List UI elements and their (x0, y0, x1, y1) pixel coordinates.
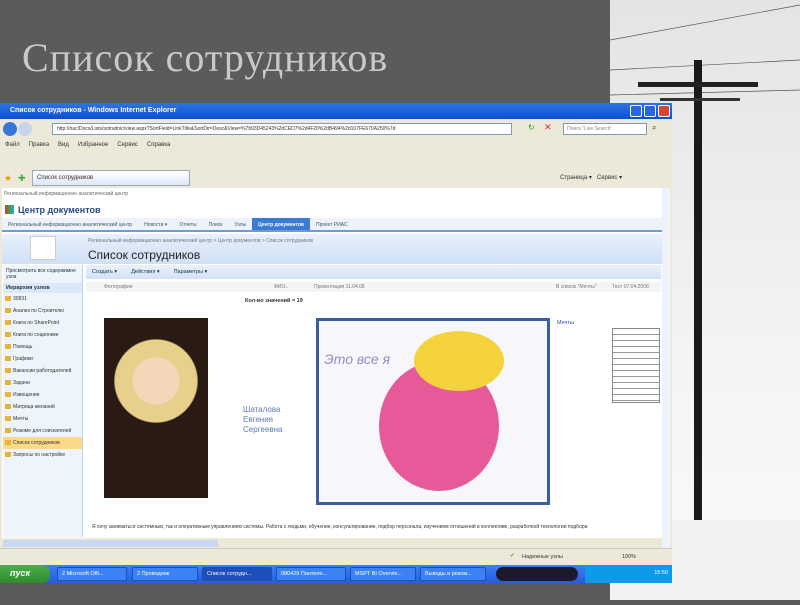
last-name: Шаталова (243, 405, 281, 414)
nav-item[interactable]: Задачи (3, 377, 82, 389)
menu-edit[interactable]: Правка (29, 142, 49, 148)
back-icon[interactable] (3, 122, 17, 136)
hierarchy-heading: Иерархия узлов (3, 283, 82, 293)
nav-tab-home[interactable]: Региональный информационно аналитический… (2, 218, 138, 230)
slide-title: Список сотрудников (22, 35, 389, 80)
tab-label: Список сотрудников (37, 175, 94, 181)
taskbar-item[interactable]: MSPT BI Overvie... (350, 567, 416, 581)
col-presentation[interactable]: Презентация 11.04.08 (314, 284, 365, 290)
search-icon[interactable]: ⌕ (652, 123, 656, 133)
nav-item[interactable]: Книга по SharePoint (3, 317, 82, 329)
test-thumbnail[interactable] (612, 328, 660, 403)
address-input[interactable]: http://riac/Docs/Lists/sotrudnic/view.as… (52, 123, 512, 135)
window-title: Список сотрудников - Windows Internet Ex… (0, 103, 672, 119)
item-count: Кол-во значений = 19 (245, 298, 303, 304)
nav-item[interactable]: Запросы по настройке (3, 449, 82, 461)
maximize-button[interactable] (644, 105, 656, 117)
ie-window: Список сотрудников - Windows Internet Ex… (0, 103, 672, 583)
first-name: Евгения (243, 415, 273, 424)
dreams-link[interactable]: Мечты (557, 320, 574, 326)
taskbar-item[interactable]: 080429 Пантеле... (276, 567, 346, 581)
taskbar: пуск 2 Microsoft Offi... 2 Проводник Спи… (0, 565, 672, 583)
taskbar-item[interactable]: 2 Microsoft Offi... (57, 567, 127, 581)
employee-name[interactable]: Шаталова Евгения Сергеевна (243, 405, 282, 435)
list-icon (30, 236, 56, 260)
nav-tab-search[interactable]: Поиск (203, 218, 229, 230)
column-headers: Фотография ФИО↓ Презентация 11.04.08 В с… (86, 282, 661, 292)
breadcrumb[interactable]: Региональный информационно аналитический… (88, 238, 313, 244)
page-title: Список сотрудников (88, 248, 201, 262)
page-menu[interactable]: Страница (560, 175, 587, 181)
menu-tools[interactable]: Сервис (117, 142, 138, 148)
refresh-icon[interactable]: ↻ (528, 123, 535, 132)
horizontal-scrollbar[interactable] (3, 540, 218, 547)
clock: 15:50 (654, 570, 668, 576)
actions-menu[interactable]: Действия ▾ (131, 269, 159, 275)
status-bar: ✔ Надежные узлы 100% (0, 548, 672, 564)
forward-icon[interactable] (18, 122, 32, 136)
list-toolbar: Создать ▾ Действия ▾ Параметры ▾ (86, 265, 661, 279)
favorites-star-icon[interactable]: ★ (4, 173, 12, 184)
nav-item[interactable]: Матрица желаний (3, 401, 82, 413)
nav-item[interactable]: 30831 (3, 293, 82, 305)
nav-item[interactable]: Помощь (3, 341, 82, 353)
search-input[interactable]: Поиск "Live Search" (563, 123, 647, 135)
menu-view[interactable]: Вид (58, 142, 69, 148)
menu-help[interactable]: Справка (147, 142, 171, 148)
add-favorite-icon[interactable]: ✚ (18, 173, 26, 184)
taskbar-item[interactable]: 2 Проводник (132, 567, 198, 581)
col-dreams[interactable]: В список "Мечты" (556, 284, 597, 290)
collage-petal (414, 331, 504, 391)
site-title: Центр документов (18, 205, 101, 215)
nav-item[interactable]: Анализ по Строителю (3, 305, 82, 317)
nav-item[interactable]: Извещения (3, 389, 82, 401)
nav-tab-project[interactable]: Проект РИАС (310, 218, 354, 230)
nav-item[interactable]: Книга по соционике (3, 329, 82, 341)
menu-file[interactable]: Файл (5, 142, 20, 148)
col-photo[interactable]: Фотография (104, 284, 133, 290)
employee-photo[interactable] (104, 318, 208, 498)
media-player-controls[interactable] (496, 567, 578, 581)
site-logo-icon (5, 205, 14, 214)
nav-item[interactable]: Резюме для соискателей (3, 425, 82, 437)
settings-menu[interactable]: Параметры ▾ (174, 269, 208, 275)
taskbar-item-active[interactable]: Список сотрудн... (202, 567, 272, 581)
nav-tab-sites[interactable]: Узлы (228, 218, 252, 230)
nav-tab-doc-center[interactable]: Центр документов (252, 218, 311, 230)
menu-bar: Файл Правка Вид Избранное Сервис Справка (5, 142, 179, 148)
start-button[interactable]: пуск (0, 565, 50, 583)
cmd-bar: Страница ▾ Сервис ▾ (560, 175, 623, 181)
nav-item[interactable]: Графики (3, 353, 82, 365)
nav-tab-reports[interactable]: Отчеты (173, 218, 202, 230)
vertical-scrollbar[interactable] (662, 188, 670, 548)
close-button[interactable] (658, 105, 670, 117)
left-nav: Просмотреть все содержимое узла Иерархия… (3, 265, 83, 537)
taskbar-item[interactable]: Выводы и реком... (420, 567, 486, 581)
minimize-button[interactable] (630, 105, 642, 117)
patronymic: Сергеевна (243, 425, 283, 434)
tools-menu[interactable]: Сервис (597, 175, 618, 181)
zone-label: Надежные узлы (522, 554, 563, 560)
new-menu[interactable]: Создать ▾ (92, 269, 117, 275)
nav-item[interactable]: Мечты (3, 413, 82, 425)
stop-icon[interactable]: ✕ (544, 122, 552, 133)
system-tray: 15:50 (585, 565, 672, 583)
check-icon: ✔ (510, 553, 515, 559)
browser-tab[interactable]: Список сотрудников (32, 170, 190, 186)
site-top-text: Региональный информационно аналитический… (4, 191, 129, 197)
menu-favorites[interactable]: Избранное (78, 142, 108, 148)
zoom-level[interactable]: 100% (622, 554, 636, 560)
col-test[interactable]: Тест 07.04.2008 (612, 284, 649, 290)
view-all-link[interactable]: Просмотреть все содержимое узла (3, 265, 82, 283)
nav-item[interactable]: Вакансии работодателей (3, 365, 82, 377)
employee-description: Я хочу заниматься системным, так и опера… (92, 524, 588, 530)
col-name[interactable]: ФИО↓ (274, 284, 288, 290)
nav-tab-news[interactable]: Новости ▾ (138, 218, 173, 230)
presentation-collage[interactable]: Это все я (316, 318, 550, 505)
collage-text: Это все я (324, 351, 391, 367)
nav-item-active[interactable]: Список сотрудников (3, 437, 82, 449)
top-nav: Региональный информационно аналитический… (2, 218, 662, 232)
